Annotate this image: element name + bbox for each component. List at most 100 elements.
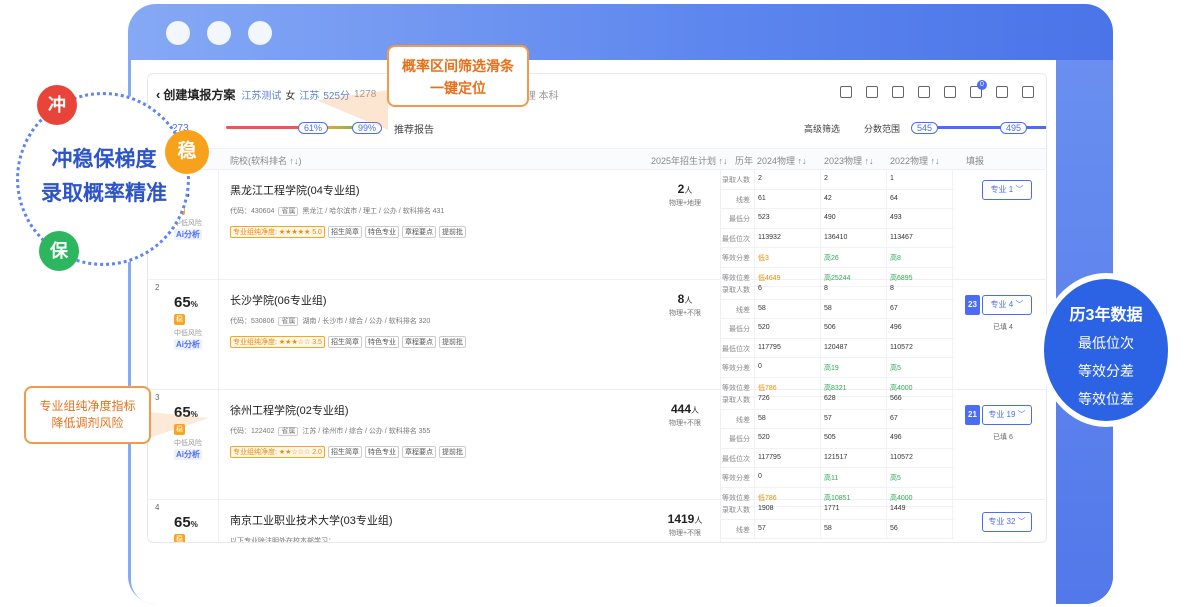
history-row: 录取人数 1908 1771 1449 [720, 500, 954, 520]
info-tag[interactable]: 提前批 [438, 446, 466, 458]
history-value: 2 [824, 175, 828, 182]
info-tag[interactable]: 特色专业 [364, 226, 399, 238]
plan-count: 444 [670, 402, 692, 416]
history-value: 2 [758, 175, 762, 182]
score-low-handle[interactable]: 545 [911, 122, 939, 134]
history-value: 61 [758, 194, 766, 202]
chong-badge: 冲 [37, 85, 77, 125]
history-value: 1449 [890, 505, 906, 512]
list-icon[interactable] [970, 80, 987, 98]
history-label: 录取人数 [722, 397, 750, 404]
history-value: 67 [890, 414, 898, 422]
table-row: 4 65% 稳 南京工业职业技术大学(03专业组) 以下专业除注明外在校本部学习： 141… [148, 500, 1046, 543]
fullscreen-icon[interactable] [840, 86, 852, 98]
history-value: 136410 [824, 233, 848, 241]
info-tag[interactable]: 章程要点 [401, 226, 436, 238]
major-select-button[interactable]: 专业 19 ﹀ [982, 405, 1032, 425]
school-meta: 代码：430604 省属 黑龙江 / 哈尔滨市 / 理工 / 公办 / 软科排名 4… [230, 206, 444, 216]
history-label: 最低分 [729, 436, 750, 443]
history-row: 最低分 520 506 496 [720, 319, 954, 339]
table-row: 2 65% 稳中低风险 Ai分析 长沙学院(06专业组) 代码：530806 省属 湖南 / … [148, 280, 1046, 397]
major-select-button[interactable]: 专业 1 ﹀ [982, 180, 1032, 200]
info-tag[interactable]: 特色专业 [364, 336, 399, 348]
info-tag[interactable]: 招生简章 [327, 336, 362, 348]
info-tag[interactable]: 章程要点 [401, 446, 436, 458]
history-value: 566 [890, 395, 902, 402]
divider [218, 170, 219, 279]
table-icon[interactable] [866, 86, 878, 98]
print-icon[interactable] [996, 86, 1008, 98]
history-row: 线差 58 58 67 [720, 300, 954, 319]
school-code: 代码：530806 [230, 318, 275, 325]
history-row: 最低分 520 505 496 [720, 429, 954, 449]
col-plan[interactable]: 2025年招生计划 ↑↓ [651, 154, 728, 167]
info-tag[interactable]: 提前批 [438, 226, 466, 238]
school-name[interactable]: 黑龙江工程学院(04专业组) [230, 182, 360, 198]
info-tag[interactable]: 章程要点 [401, 336, 436, 348]
history-value: 67 [890, 304, 898, 312]
history-value: 57 [824, 414, 832, 422]
history-value: 506 [824, 324, 836, 331]
school-name[interactable]: 南京工业职业技术大学(03专业组) [230, 512, 393, 528]
clock-icon[interactable] [944, 86, 956, 98]
info-tag[interactable]: 招生简章 [327, 226, 362, 238]
info-tag[interactable]: 提前批 [438, 336, 466, 348]
history-value: 1 [890, 175, 894, 182]
history-value: 113467 [890, 233, 913, 241]
history-row: 线差 61 42 64 [720, 190, 954, 209]
history-value: 高26 [824, 255, 839, 262]
user-icon[interactable] [918, 86, 930, 98]
selected-count-badge: 21 [965, 405, 980, 425]
school-name[interactable]: 徐州工程学院(02专业组) [230, 402, 349, 418]
history-line3: 等效位差 [1078, 391, 1134, 407]
divider [218, 500, 219, 542]
circle-line1: 冲稳保梯度 [51, 148, 157, 171]
report-button[interactable]: 推荐报告 [394, 121, 434, 136]
history-value: 42 [824, 194, 832, 202]
filter-bar: 273 61% 99% 推荐报告 高级筛选 分数范围 545 495 [148, 116, 1046, 140]
history-row: 线差 57 58 56 [720, 520, 954, 539]
history-value: 120487 [824, 343, 848, 351]
ai-analysis-button[interactable]: Ai分析 [174, 449, 202, 460]
app-panel: ‹ 创建填报方案 江苏测试 女 江苏 525分 1278 化学/生物/地理 本科… [147, 73, 1047, 543]
history-value: 低3 [758, 255, 769, 262]
ai-analysis-button[interactable]: Ai分析 [174, 229, 202, 240]
history-value: 8 [890, 285, 894, 292]
callout-pointer [316, 90, 388, 130]
history-value: 117795 [758, 453, 781, 461]
info-tag[interactable]: 招生简章 [327, 446, 362, 458]
window-dots [166, 21, 272, 45]
advanced-filter[interactable]: 高级筛选 [804, 122, 840, 135]
school-name[interactable]: 长沙学院(06专业组) [230, 292, 327, 308]
history-value: 113932 [758, 233, 781, 241]
selected-count-badge: 23 [965, 295, 980, 315]
major-select-button[interactable]: 专业 4 ﹀ [982, 295, 1032, 315]
plan-number: 2人 [646, 182, 724, 196]
school-location: 黑龙江 / 哈尔滨市 / 理工 / 公办 / 软科排名 431 [302, 208, 445, 215]
monitor-icon[interactable] [1022, 86, 1034, 98]
ai-analysis-button[interactable]: Ai分析 [174, 339, 202, 350]
chart-icon[interactable] [892, 86, 904, 98]
plan-cell: 2人物理+地理 [646, 182, 724, 208]
history-label: 最低位次 [722, 455, 750, 463]
province-test: 江苏测试 [241, 90, 282, 102]
wen-tag-icon: 稳 [174, 534, 185, 543]
plan-unit: 人 [691, 406, 700, 415]
col-2022[interactable]: 2022物理 ↑↓ [890, 154, 940, 167]
history-value: 58 [758, 304, 766, 312]
info-tag[interactable]: 特色专业 [364, 446, 399, 458]
tag-list: 专业组纯净度: ★★★☆☆ 3.5 招生简章 特色专业 章程要点 提前批 [230, 336, 466, 348]
col-2023[interactable]: 2023物理 ↑↓ [824, 154, 874, 167]
school-type: 省属 [278, 427, 299, 436]
score-high-handle[interactable]: 495 [1000, 122, 1028, 134]
plan-subjects: 物理+不限 [668, 420, 702, 427]
school-meta: 以下专业除注明外在校本部学习： [230, 536, 335, 542]
top-bar: ‹ 创建填报方案 江苏测试 女 江苏 525分 1278 化学/生物/地理 本科 [148, 74, 1046, 114]
history-value: 6 [758, 285, 762, 292]
history-table: 录取人数 726 628 566 线差 58 57 67 最低分 520 505 496 最低位次 117… [720, 390, 954, 507]
plan-subjects: 物理+地理 [668, 200, 702, 207]
col-school[interactable]: 院校(软科排名 ↑↓) [230, 154, 302, 167]
col-2024[interactable]: 2024物理 ↑↓ [757, 154, 807, 167]
back-icon[interactable]: ‹ [156, 87, 160, 102]
major-select-button[interactable]: 专业 32 ﹀ [982, 512, 1032, 532]
